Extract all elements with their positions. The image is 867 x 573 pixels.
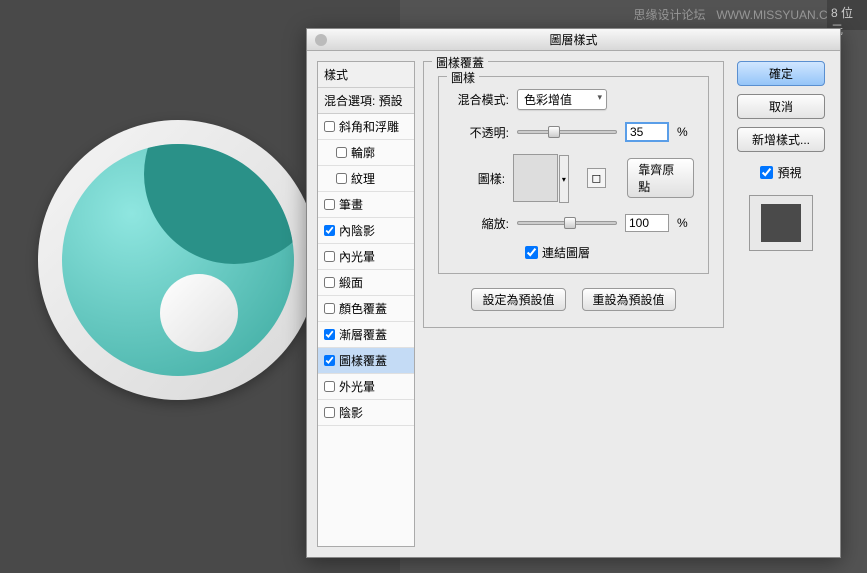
artwork-swoosh: [144, 144, 294, 264]
pattern-legend: 圖樣: [447, 69, 479, 86]
checkbox-outer-glow[interactable]: [324, 381, 335, 392]
style-item-bevel[interactable]: 斜角和浮雕: [318, 114, 414, 140]
artwork-outer-ring: [38, 120, 318, 400]
style-item-texture[interactable]: 紋理: [318, 166, 414, 192]
styles-header[interactable]: 樣式: [318, 62, 414, 88]
pattern-row: 圖樣: ▾ ◻ 靠齊原點: [453, 154, 694, 202]
settings-panel: 圖樣覆蓋 圖樣 混合模式: 色彩增值 ▾ 不透明:: [423, 61, 724, 547]
watermark-site: 思缘设计论坛: [634, 8, 706, 22]
checkbox-pattern-overlay[interactable]: [324, 355, 335, 366]
checkbox-texture[interactable]: [336, 173, 347, 184]
preview-label: 預視: [777, 164, 801, 181]
dialog-title: 圖層樣式: [549, 33, 597, 47]
new-style-button[interactable]: 新增樣式...: [737, 127, 825, 152]
checkbox-drop-shadow[interactable]: [324, 407, 335, 418]
style-item-outer-glow[interactable]: 外光暈: [318, 374, 414, 400]
styles-panel: 樣式 混合選項: 預設 斜角和浮雕 輪廓 紋理 筆畫 內陰影 內光暈 緞面 顏色…: [317, 61, 415, 547]
style-item-drop-shadow[interactable]: 陰影: [318, 400, 414, 426]
opacity-unit: %: [677, 125, 688, 139]
opacity-input[interactable]: [625, 122, 669, 142]
info-panel: 8 位元: [827, 0, 867, 30]
snap-origin-button[interactable]: 靠齊原點: [627, 158, 694, 198]
style-item-inner-glow[interactable]: 內光暈: [318, 244, 414, 270]
scale-label: 縮放:: [453, 215, 509, 232]
chevron-down-icon[interactable]: ▾: [559, 155, 569, 203]
cancel-button[interactable]: 取消: [737, 94, 825, 119]
blend-mode-row: 混合模式: 色彩增值 ▾: [453, 89, 694, 110]
ok-button[interactable]: 確定: [737, 61, 825, 86]
style-item-gradient-overlay[interactable]: 漸層覆蓋: [318, 322, 414, 348]
preview-row: 預視: [760, 164, 801, 181]
scale-row: 縮放: %: [453, 214, 694, 232]
pattern-swatch[interactable]: ▾: [513, 154, 558, 202]
close-icon[interactable]: [315, 34, 327, 46]
reset-default-button[interactable]: 重設為預設值: [582, 288, 676, 311]
opacity-slider[interactable]: [517, 130, 617, 134]
opacity-row: 不透明: %: [453, 122, 694, 142]
checkbox-inner-glow[interactable]: [324, 251, 335, 262]
style-item-pattern-overlay[interactable]: 圖樣覆蓋: [318, 348, 414, 374]
slider-thumb-icon[interactable]: [548, 126, 560, 138]
preset-buttons: 設定為預設值 重設為預設值: [438, 288, 709, 311]
layer-style-dialog: 圖層樣式 樣式 混合選項: 預設 斜角和浮雕 輪廓 紋理 筆畫 內陰影 內光暈 …: [306, 28, 841, 558]
style-item-satin[interactable]: 緞面: [318, 270, 414, 296]
action-panel: 確定 取消 新增樣式... 預視: [732, 61, 830, 547]
canvas: [0, 20, 310, 517]
checkbox-contour[interactable]: [336, 147, 347, 158]
blend-mode-label: 混合模式:: [453, 91, 509, 108]
checkbox-satin[interactable]: [324, 277, 335, 288]
opacity-label: 不透明:: [453, 124, 509, 141]
artwork-dot: [160, 274, 238, 352]
set-default-button[interactable]: 設定為預設值: [471, 288, 565, 311]
slider-thumb-icon[interactable]: [564, 217, 576, 229]
artwork-inner-circle: [62, 144, 294, 376]
pattern-fieldset: 圖樣 混合模式: 色彩增值 ▾ 不透明:: [438, 76, 709, 274]
scale-unit: %: [677, 216, 688, 230]
preview-box: [749, 195, 813, 251]
preview-checkbox[interactable]: [760, 166, 773, 179]
pattern-label: 圖樣:: [453, 170, 505, 187]
scale-input[interactable]: [625, 214, 669, 232]
preview-thumbnail: [761, 204, 801, 242]
link-layers-checkbox[interactable]: [525, 246, 538, 259]
chevron-down-icon: ▾: [597, 92, 602, 103]
link-layers-row: 連結圖層: [525, 244, 694, 261]
checkbox-stroke[interactable]: [324, 199, 335, 210]
pattern-overlay-fieldset: 圖樣覆蓋 圖樣 混合模式: 色彩增值 ▾ 不透明:: [423, 61, 724, 328]
dialog-body: 樣式 混合選項: 預設 斜角和浮雕 輪廓 紋理 筆畫 內陰影 內光暈 緞面 顏色…: [307, 51, 840, 557]
checkbox-inner-shadow[interactable]: [324, 225, 335, 236]
style-item-stroke[interactable]: 筆畫: [318, 192, 414, 218]
style-item-contour[interactable]: 輪廓: [318, 140, 414, 166]
style-item-color-overlay[interactable]: 顏色覆蓋: [318, 296, 414, 322]
link-layers-label: 連結圖層: [542, 244, 590, 261]
new-pattern-icon[interactable]: ◻: [587, 168, 606, 188]
checkbox-bevel[interactable]: [324, 121, 335, 132]
blend-mode-select[interactable]: 色彩增值 ▾: [517, 89, 607, 110]
checkbox-gradient-overlay[interactable]: [324, 329, 335, 340]
blend-options-header[interactable]: 混合選項: 預設: [318, 88, 414, 114]
watermark: 思缘设计论坛 WWW.MISSYUAN.COM: [634, 6, 855, 23]
scale-slider[interactable]: [517, 221, 617, 225]
style-item-inner-shadow[interactable]: 內陰影: [318, 218, 414, 244]
dialog-titlebar[interactable]: 圖層樣式: [307, 29, 840, 51]
checkbox-color-overlay[interactable]: [324, 303, 335, 314]
